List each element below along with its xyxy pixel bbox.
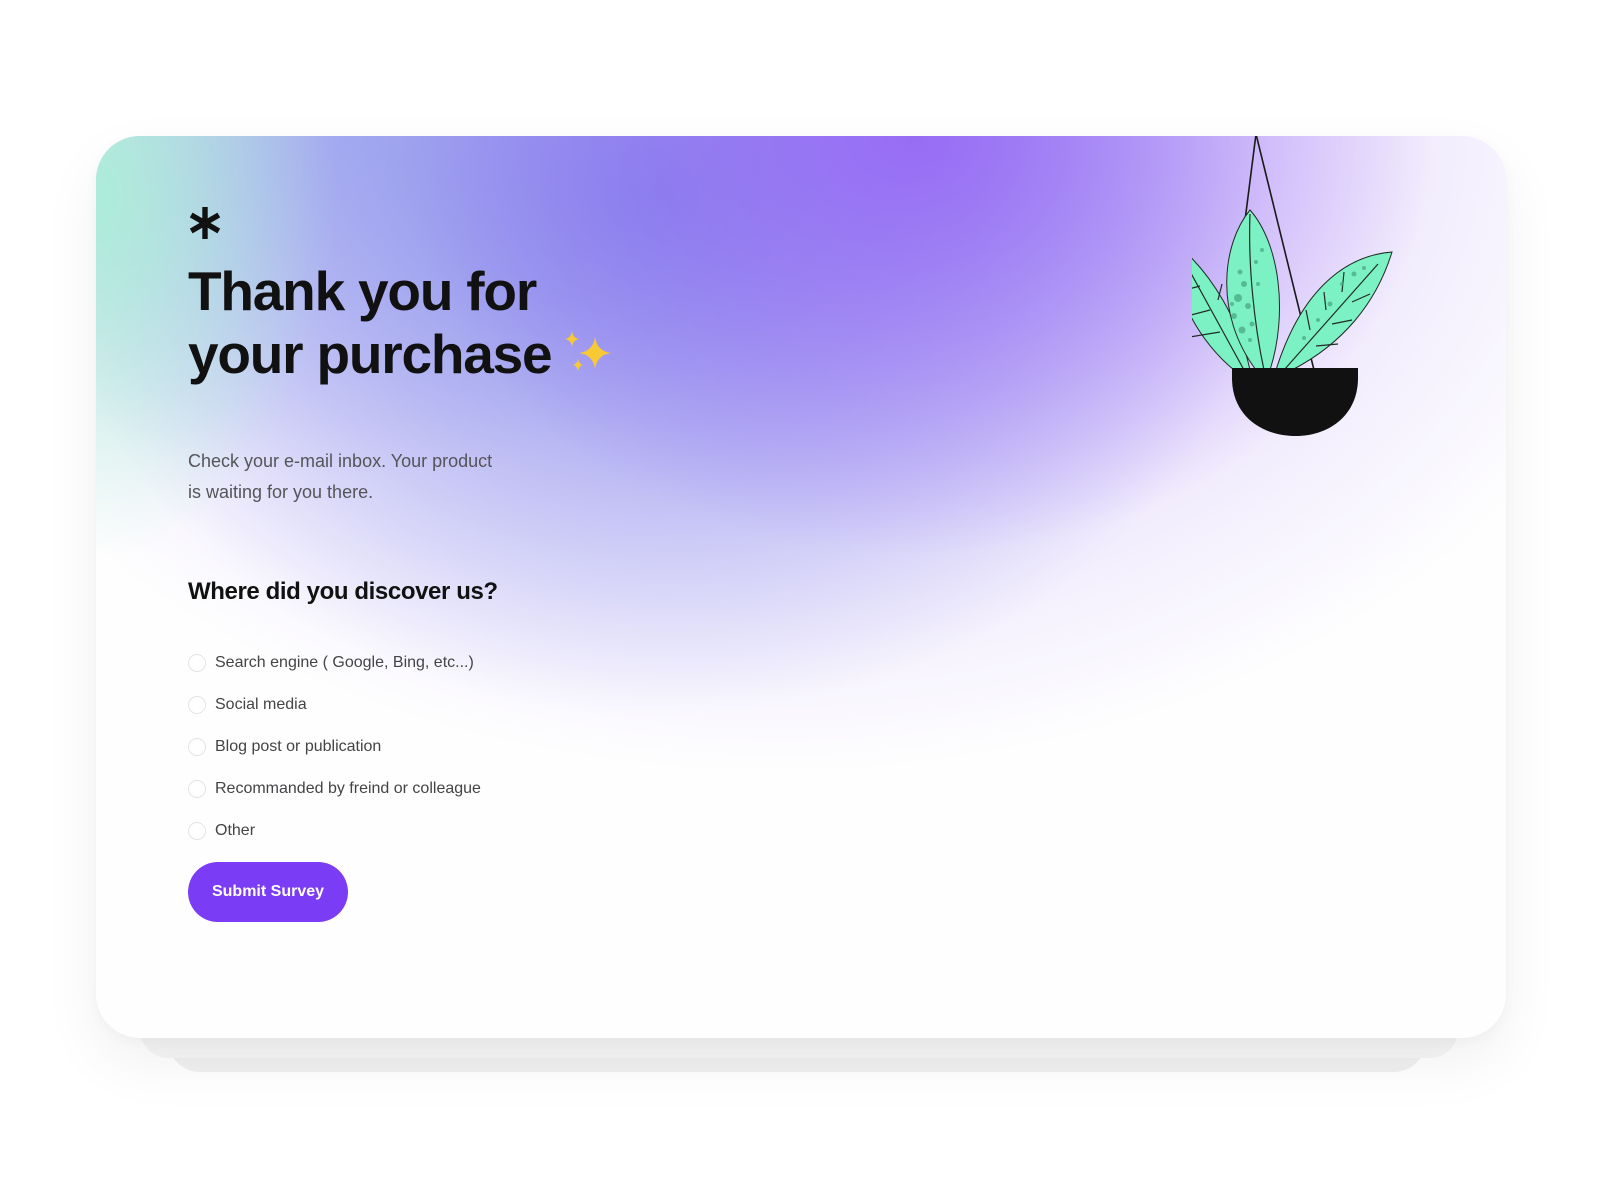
- radio-button[interactable]: [188, 654, 206, 672]
- hanging-plant-illustration: [1192, 136, 1393, 436]
- survey-option-recommended[interactable]: Recommanded by freind or colleague: [188, 768, 481, 810]
- option-label: Social media: [215, 696, 307, 713]
- sparkles-icon: [565, 331, 612, 371]
- title-line-2: your purchase: [188, 323, 808, 386]
- option-label: Other: [215, 822, 256, 839]
- survey-option-other[interactable]: Other: [188, 810, 481, 852]
- title-line-2-text: your purchase: [188, 323, 553, 385]
- page-title: Thank you for your purchase: [188, 260, 808, 386]
- survey-option-search-engine[interactable]: Search engine ( Google, Bing, etc...): [188, 642, 481, 684]
- submit-survey-button[interactable]: Submit Survey: [188, 862, 348, 922]
- option-label: Blog post or publication: [215, 738, 382, 755]
- page: Thank you for your purchase Check your e…: [0, 0, 1600, 1200]
- asterisk-icon: [189, 207, 221, 239]
- survey-question: Where did you discover us?: [188, 578, 498, 605]
- radio-button[interactable]: [188, 696, 206, 714]
- radio-button[interactable]: [188, 822, 206, 840]
- thank-you-card: Thank you for your purchase Check your e…: [96, 136, 1506, 1038]
- radio-button[interactable]: [188, 738, 206, 756]
- subtitle-line-1: Check your e-mail inbox. Your product: [188, 451, 493, 471]
- survey-option-blog-post[interactable]: Blog post or publication: [188, 726, 481, 768]
- subtitle: Check your e-mail inbox. Your product is…: [188, 446, 548, 508]
- option-label: Recommanded by freind or colleague: [215, 780, 481, 797]
- radio-button[interactable]: [188, 780, 206, 798]
- subtitle-line-2: is waiting for you there.: [188, 482, 374, 502]
- option-label: Search engine ( Google, Bing, etc...): [215, 654, 474, 671]
- title-line-1: Thank you for: [188, 260, 537, 322]
- survey-option-social-media[interactable]: Social media: [188, 684, 481, 726]
- survey-options: Search engine ( Google, Bing, etc...) So…: [188, 642, 481, 852]
